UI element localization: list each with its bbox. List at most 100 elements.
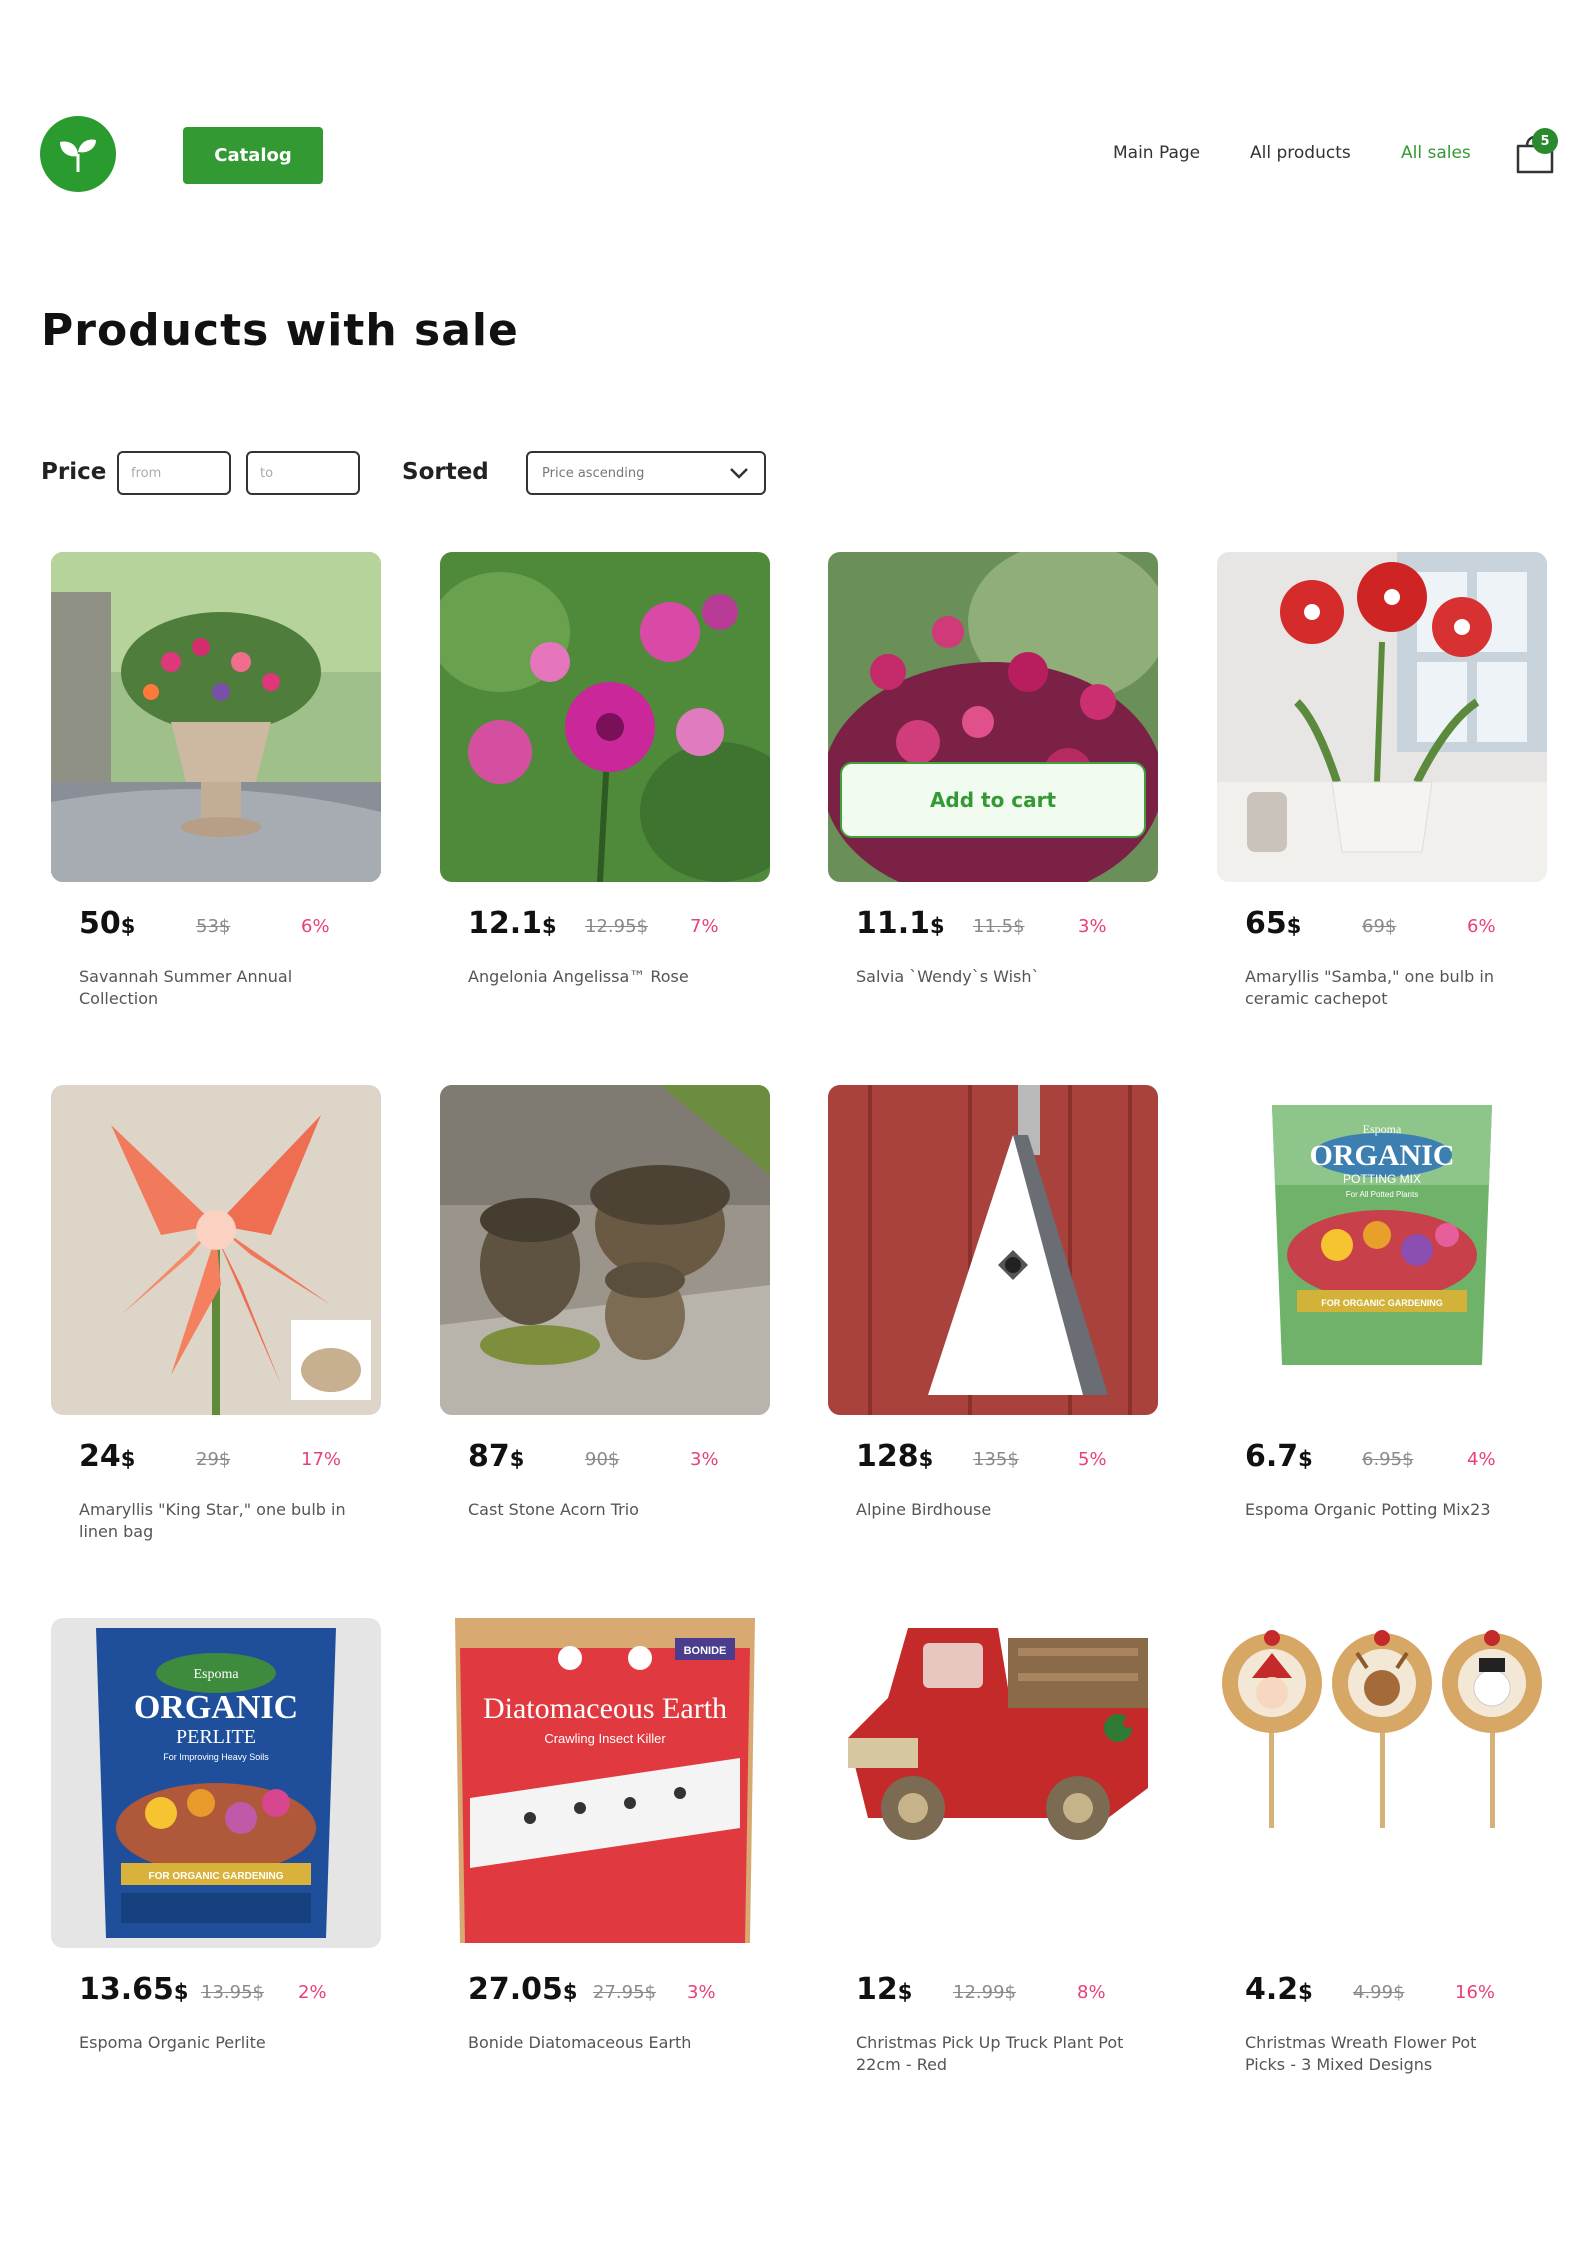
cart-count-badge: 5 (1532, 128, 1558, 154)
product-image[interactable] (1217, 1618, 1547, 1948)
bag-brand-text: BONIDE (684, 1645, 727, 1657)
sale-price: 11.1$ (856, 906, 945, 941)
product-name[interactable]: Christmas Wreath Flower Pot Picks - 3 Mi… (1245, 2032, 1515, 2076)
product-card[interactable]: BONIDE Diatomaceous Earth Crawling Insec… (440, 1618, 770, 2118)
discount-percent: 4% (1467, 1449, 1496, 1470)
nav-all-sales[interactable]: All sales (1401, 143, 1471, 163)
discount-percent: 17% (301, 1449, 342, 1470)
product-card[interactable]: 128$ 135$ 5% Alpine Birdhouse (828, 1085, 1158, 1585)
product-image[interactable]: BONIDE Diatomaceous Earth Crawling Insec… (440, 1618, 770, 1948)
product-image[interactable] (51, 552, 381, 882)
product-name[interactable]: Alpine Birdhouse (856, 1499, 1126, 1521)
bag-tagline-text: For Improving Heavy Soils (163, 1752, 269, 1762)
chevron-down-icon (730, 468, 748, 479)
sale-price: 12$ (856, 1972, 913, 2007)
price-row: 11.1$ 11.5$ 3% (856, 906, 1156, 946)
bag-title-text: ORGANIC (1309, 1139, 1454, 1172)
product-card[interactable]: Espoma ORGANIC POTTING MIX For All Potte… (1217, 1085, 1547, 1585)
bag-brand-text: Espoma (1363, 1122, 1402, 1136)
product-card[interactable]: 65$ 69$ 6% Amaryllis "Samba," one bulb i… (1217, 552, 1547, 1052)
price-from-input[interactable] (117, 451, 231, 495)
product-name[interactable]: Cast Stone Acorn Trio (468, 1499, 738, 1521)
product-name[interactable]: Christmas Pick Up Truck Plant Pot 22cm -… (856, 2032, 1126, 2076)
old-price: 90$ (585, 1449, 620, 1470)
sale-price: 87$ (468, 1439, 525, 1474)
product-card[interactable]: 24$ 29$ 17% Amaryllis "King Star," one b… (51, 1085, 381, 1585)
old-price: 11.5$ (973, 916, 1025, 937)
product-name[interactable]: Salvia `Wendy`s Wish` (856, 966, 1126, 988)
discount-percent: 16% (1455, 1982, 1496, 2003)
product-image[interactable] (440, 1085, 770, 1415)
old-price: 135$ (973, 1449, 1019, 1470)
sale-price: 6.7$ (1245, 1439, 1313, 1474)
product-card[interactable]: Add to cart 11.1$ 11.5$ 3% Salvia `Wendy… (828, 552, 1158, 1052)
price-filter-label: Price (41, 459, 107, 485)
product-image[interactable]: Espoma ORGANIC PERLITE For Improving Hea… (51, 1618, 381, 1948)
old-price: 6.95$ (1362, 1449, 1414, 1470)
product-card[interactable]: Espoma ORGANIC PERLITE For Improving Hea… (51, 1618, 381, 2118)
product-name[interactable]: Bonide Diatomaceous Earth (468, 2032, 738, 2054)
old-price: 69$ (1362, 916, 1397, 937)
sale-price: 12.1$ (468, 906, 557, 941)
discount-percent: 8% (1077, 1982, 1106, 2003)
price-row: 12$ 12.99$ 8% (856, 1972, 1156, 2012)
price-row: 6.7$ 6.95$ 4% (1245, 1439, 1545, 1479)
price-row: 50$ 53$ 6% (79, 906, 379, 946)
price-row: 87$ 90$ 3% (468, 1439, 768, 1479)
price-row: 128$ 135$ 5% (856, 1439, 1156, 1479)
old-price: 4.99$ (1353, 1982, 1405, 2003)
product-card[interactable]: 12$ 12.99$ 8% Christmas Pick Up Truck Pl… (828, 1618, 1158, 2118)
product-image[interactable]: Espoma ORGANIC POTTING MIX For All Potte… (1217, 1085, 1547, 1415)
product-name[interactable]: Savannah Summer Annual Collection (79, 966, 349, 1010)
product-card[interactable]: 87$ 90$ 3% Cast Stone Acorn Trio (440, 1085, 770, 1585)
nav-all-products[interactable]: All products (1250, 143, 1351, 163)
sprout-logo-icon[interactable] (40, 116, 116, 192)
product-name[interactable]: Angelonia Angelissa™ Rose (468, 966, 738, 988)
old-price: 29$ (196, 1449, 231, 1470)
sale-price: 24$ (79, 1439, 136, 1474)
add-to-cart-button[interactable]: Add to cart (840, 762, 1146, 838)
price-row: 65$ 69$ 6% (1245, 906, 1545, 946)
price-row: 24$ 29$ 17% (79, 1439, 379, 1479)
discount-percent: 5% (1078, 1449, 1107, 1470)
price-row: 27.05$ 27.95$ 3% (468, 1972, 768, 2012)
product-image[interactable] (1217, 552, 1547, 882)
bag-footer-text: FOR ORGANIC GARDENING (149, 1871, 284, 1882)
discount-percent: 6% (301, 916, 330, 937)
product-name[interactable]: Amaryllis "King Star," one bulb in linen… (79, 1499, 349, 1543)
price-to-input[interactable] (246, 451, 360, 495)
sale-price: 65$ (1245, 906, 1302, 941)
product-name[interactable]: Amaryllis "Samba," one bulb in ceramic c… (1245, 966, 1515, 1010)
discount-percent: 6% (1467, 916, 1496, 937)
sale-price: 128$ (856, 1439, 934, 1474)
page-title: Products with sale (41, 305, 519, 356)
old-price: 12.95$ (585, 916, 648, 937)
site-header: Catalog Main Page All products All sales… (0, 0, 1587, 230)
bag-title-text: Diatomaceous Earth (483, 1692, 727, 1725)
product-image[interactable] (440, 552, 770, 882)
discount-percent: 7% (690, 916, 719, 937)
price-row: 12.1$ 12.95$ 7% (468, 906, 768, 946)
discount-percent: 3% (1078, 916, 1107, 937)
discount-percent: 3% (690, 1449, 719, 1470)
product-name[interactable]: Espoma Organic Potting Mix23 (1245, 1499, 1515, 1521)
catalog-button[interactable]: Catalog (183, 127, 323, 184)
sort-select-value: Price ascending (542, 465, 645, 481)
product-card[interactable]: 50$ 53$ 6% Savannah Summer Annual Collec… (51, 552, 381, 1052)
nav-main-page[interactable]: Main Page (1113, 143, 1200, 163)
product-image[interactable] (828, 1618, 1158, 1948)
bag-title-text: ORGANIC (134, 1689, 298, 1726)
bag-subtitle-text: POTTING MIX (1343, 1172, 1421, 1186)
product-name[interactable]: Espoma Organic Perlite (79, 2032, 349, 2054)
product-card[interactable]: 4.2$ 4.99$ 16% Christmas Wreath Flower P… (1217, 1618, 1547, 2118)
product-image[interactable] (828, 1085, 1158, 1415)
bag-subtitle-text: Crawling Insect Killer (544, 1731, 666, 1746)
old-price: 27.95$ (593, 1982, 656, 2003)
discount-percent: 3% (687, 1982, 716, 2003)
sort-select[interactable]: Price ascending (526, 451, 766, 495)
old-price: 13.95$ (201, 1982, 264, 2003)
old-price: 53$ (196, 916, 231, 937)
product-card[interactable]: 12.1$ 12.95$ 7% Angelonia Angelissa™ Ros… (440, 552, 770, 1052)
bag-footer-text: FOR ORGANIC GARDENING (1321, 1298, 1443, 1308)
product-image[interactable] (51, 1085, 381, 1415)
